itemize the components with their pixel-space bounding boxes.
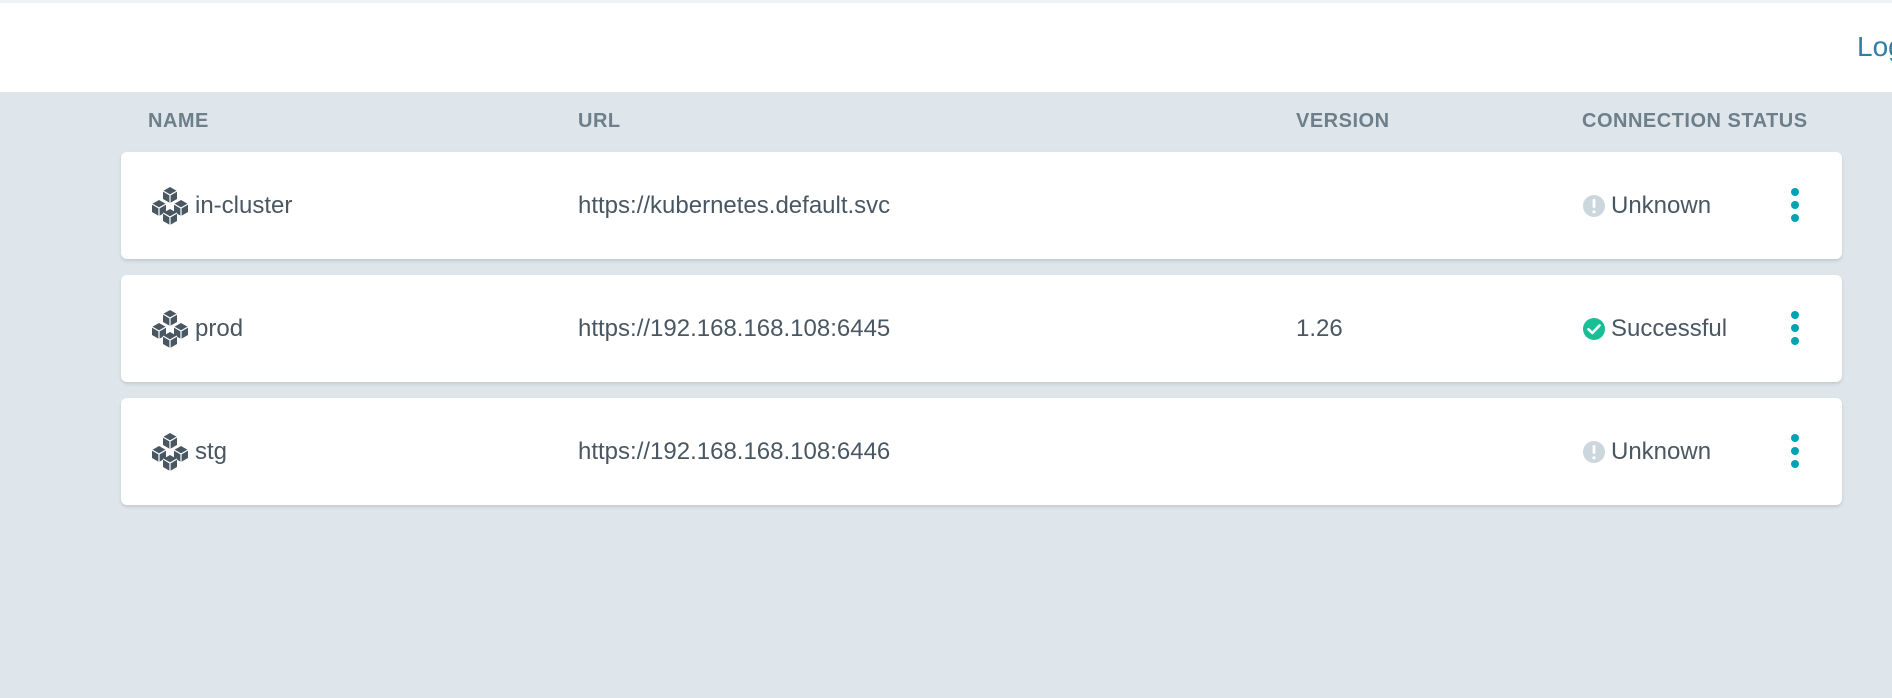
cluster-icon	[151, 186, 189, 225]
cluster-name: in-cluster	[195, 191, 293, 219]
success-status-icon	[1583, 317, 1605, 340]
unknown-status-icon	[1583, 194, 1605, 217]
column-header-url: URL	[578, 110, 621, 132]
unknown-status-icon	[1583, 440, 1605, 463]
connection-status-text: Unknown	[1611, 191, 1712, 219]
cluster-icon	[151, 309, 189, 348]
cluster-icon	[151, 432, 189, 471]
column-header-connection-status: CONNECTION STATUS	[1582, 110, 1808, 132]
cluster-url: https://192.168.168.108:6446	[578, 437, 891, 465]
more-actions-icon[interactable]	[1781, 432, 1809, 472]
cluster-url: https://kubernetes.default.svc	[578, 191, 891, 219]
cluster-row[interactable]: prod https://192.168.168.108:6445 1.26 S…	[121, 275, 1842, 382]
table-header: NAME URL VERSION CONNECTION STATUS	[0, 92, 1892, 152]
cluster-name: stg	[195, 437, 228, 465]
connection-status-text: Successful	[1611, 314, 1728, 342]
cluster-row[interactable]: in-cluster https://kubernetes.default.sv…	[121, 152, 1842, 259]
more-actions-icon[interactable]	[1781, 186, 1809, 226]
column-header-name: NAME	[148, 110, 209, 132]
cluster-url: https://192.168.168.108:6445	[578, 314, 891, 342]
cluster-name: prod	[195, 314, 244, 342]
top-bar: Log	[0, 0, 1892, 92]
cluster-version: 1.26	[1296, 314, 1343, 342]
logout-link[interactable]: Log	[1857, 31, 1892, 63]
column-header-version: VERSION	[1296, 110, 1390, 132]
cluster-row[interactable]: stg https://192.168.168.108:6446 Unknown	[121, 398, 1842, 505]
connection-status-text: Unknown	[1611, 437, 1712, 465]
more-actions-icon[interactable]	[1781, 309, 1809, 349]
